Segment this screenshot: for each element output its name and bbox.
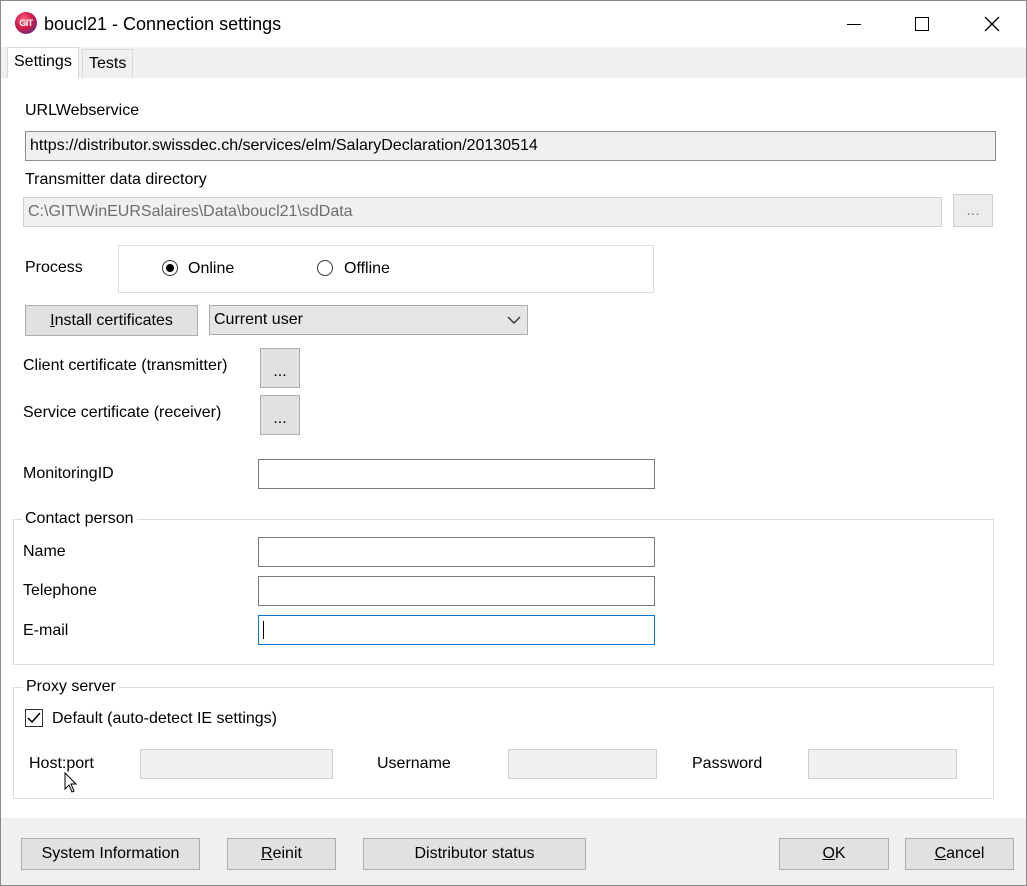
minimize-icon <box>847 23 861 25</box>
email-label: E-mail <box>23 622 69 639</box>
reinit-button[interactable]: Reinit <box>227 838 336 870</box>
window-title: boucl21 - Connection settings <box>44 14 282 34</box>
maximize-button[interactable] <box>887 1 957 47</box>
cancel-button[interactable]: Cancel <box>905 838 1014 870</box>
checkmark-icon <box>27 712 41 724</box>
service-certificate-label: Service certificate (receiver) <box>23 404 222 421</box>
proxy-server-title: Proxy server <box>23 678 119 696</box>
client-certificate-label: Client certificate (transmitter) <box>23 357 228 374</box>
tab-settings[interactable]: Settings <box>7 47 79 78</box>
maximize-icon <box>915 17 929 31</box>
certificate-store-select[interactable]: Current user <box>209 305 528 335</box>
transmitter-browse-button[interactable]: ... <box>953 194 993 227</box>
minimize-button[interactable] <box>819 1 889 47</box>
close-icon <box>984 16 1000 32</box>
system-information-button[interactable]: System Information <box>21 838 200 870</box>
host-port-field[interactable] <box>140 749 333 779</box>
settings-panel: URLWebservice https://distributor.swissd… <box>1 78 1026 818</box>
username-field[interactable] <box>508 749 657 779</box>
text-caret <box>263 621 264 639</box>
email-field[interactable] <box>258 615 655 645</box>
distributor-status-button[interactable]: Distributor status <box>363 838 586 870</box>
monitoring-id-label: MonitoringID <box>23 465 114 482</box>
telephone-field[interactable] <box>258 576 655 606</box>
transmitter-directory-field[interactable]: C:\GIT\WinEURSalaires\Data\boucl21\sdDat… <box>23 197 942 227</box>
url-label: URLWebservice <box>25 102 140 119</box>
offline-label[interactable]: Offline <box>344 260 390 278</box>
online-radio[interactable] <box>162 260 178 276</box>
app-icon: GIT <box>15 12 37 34</box>
name-label: Name <box>23 543 66 560</box>
button-bar: System Information Reinit Distributor st… <box>1 818 1026 885</box>
online-label[interactable]: Online <box>188 260 234 278</box>
tab-strip: Settings Tests <box>1 47 1026 78</box>
offline-radio[interactable] <box>317 260 333 276</box>
tab-tests[interactable]: Tests <box>82 49 134 78</box>
telephone-label: Telephone <box>23 582 97 599</box>
install-certificates-button[interactable]: Install certificates <box>25 305 198 336</box>
proxy-server-group <box>13 687 994 799</box>
default-proxy-checkbox[interactable] <box>25 709 43 727</box>
password-field[interactable] <box>808 749 957 779</box>
password-label: Password <box>692 755 763 772</box>
chevron-down-icon <box>507 316 521 324</box>
transmitter-label: Transmitter data directory <box>25 171 207 188</box>
connection-settings-window: GIT boucl21 - Connection settings Settin… <box>0 0 1027 886</box>
process-label: Process <box>25 259 83 276</box>
monitoring-id-field[interactable] <box>258 459 655 489</box>
service-certificate-browse-button[interactable]: ... <box>260 395 300 435</box>
name-field[interactable] <box>258 537 655 567</box>
close-button[interactable] <box>957 1 1027 47</box>
url-field[interactable]: https://distributor.swissdec.ch/services… <box>25 131 996 161</box>
default-proxy-label[interactable]: Default (auto-detect IE settings) <box>52 710 277 728</box>
client-certificate-browse-button[interactable]: ... <box>260 348 300 388</box>
contact-person-title: Contact person <box>22 510 137 528</box>
ok-button[interactable]: OK <box>779 838 889 870</box>
mouse-pointer-icon <box>64 772 78 793</box>
username-label: Username <box>377 755 451 772</box>
host-port-label: Host:port <box>29 755 94 772</box>
title-bar[interactable]: GIT boucl21 - Connection settings <box>1 1 1026 47</box>
